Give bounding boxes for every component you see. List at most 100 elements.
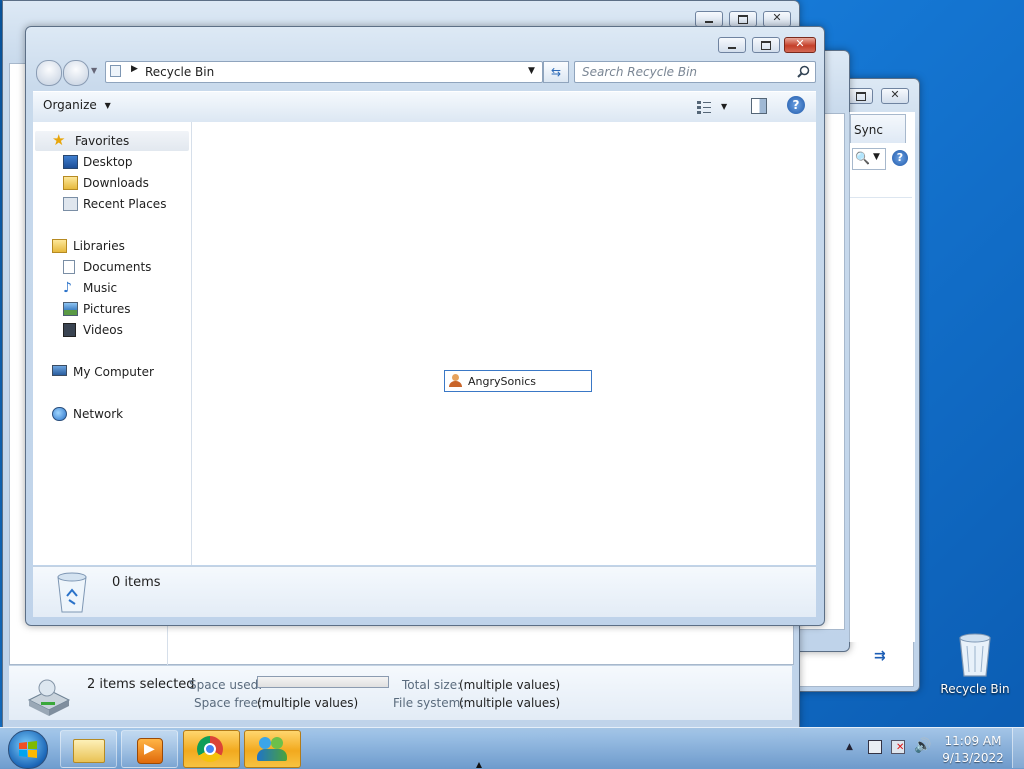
back-window-close-button[interactable] — [763, 11, 791, 27]
side-window-close-button[interactable] — [881, 88, 909, 104]
folder-icon — [73, 739, 105, 763]
file-system-label: File system: — [393, 696, 465, 710]
drag-item-label: AngrySonics — [468, 375, 537, 388]
back-window-details-pane: 2 items selected Space used: Space free:… — [9, 665, 792, 720]
close-button[interactable] — [784, 37, 816, 53]
recycle-bin-small-icon — [110, 65, 121, 77]
space-free-label: Space free: — [194, 696, 263, 710]
taskbar-explorer-button[interactable] — [60, 730, 117, 768]
clock-date: 9/13/2022 — [942, 751, 1004, 765]
breadcrumb-location[interactable]: Recycle Bin — [145, 65, 214, 79]
network-status-icon[interactable]: ✕ — [891, 740, 905, 754]
nav-documents-label: Documents — [83, 260, 152, 274]
nav-favorites[interactable]: ★ Favorites — [35, 131, 189, 151]
recent-pages-chevron-icon[interactable]: ▼ — [91, 66, 97, 75]
back-button[interactable] — [36, 60, 62, 86]
network-error-icon: ✕ — [896, 742, 905, 753]
chevron-down-icon: ▼ — [721, 102, 728, 111]
file-system-value: (multiple values) — [459, 696, 561, 710]
refresh-button[interactable]: ⇆ — [543, 61, 569, 83]
music-icon: ♪ — [63, 280, 72, 296]
star-icon: ★ — [52, 131, 66, 149]
action-center-icon[interactable] — [868, 740, 882, 754]
messenger-icon-2 — [271, 737, 283, 749]
address-dropdown-icon[interactable]: ▼ — [528, 66, 535, 76]
back-window-minimize-button[interactable] — [695, 11, 723, 27]
selection-count: 2 items selected — [87, 677, 195, 692]
chevron-down-icon: ▼ — [104, 101, 111, 110]
view-options-button[interactable]: ▼ — [695, 98, 729, 116]
nav-network-label: Network — [73, 407, 124, 421]
chrome-center-icon — [204, 743, 216, 755]
network-icon — [52, 407, 67, 421]
chevron-down-icon: ▼ — [873, 152, 880, 162]
play-icon: ▶ — [144, 741, 155, 757]
details-pane: 0 items — [33, 566, 816, 617]
back-window-divider — [167, 621, 168, 665]
search-icon[interactable] — [797, 65, 810, 78]
nav-music-label: Music — [83, 281, 118, 295]
side-window-max-button[interactable] — [847, 88, 873, 104]
pictures-icon — [63, 302, 78, 316]
nav-desktop-label: Desktop — [83, 155, 133, 169]
hard-drive-icon — [27, 679, 71, 716]
show-desktop-button[interactable] — [1012, 728, 1024, 768]
total-size-value: (multiple values) — [459, 678, 561, 692]
clock[interactable]: 11:09 AM 9/13/2022 — [940, 733, 1006, 767]
address-bar[interactable]: ▶ Recycle Bin ▼ — [105, 61, 543, 83]
tray-show-hidden-icon[interactable]: ▲ — [846, 742, 853, 752]
command-bar: Organize ▼ ▼ ? — [33, 91, 816, 123]
search-placeholder: Search Recycle Bin — [582, 65, 698, 79]
organize-button[interactable]: Organize ▼ — [43, 98, 111, 116]
maximize-button[interactable] — [752, 37, 780, 53]
side-search-button[interactable]: 🔍 ▼ — [852, 148, 886, 170]
nav-my-computer-label: My Computer — [73, 365, 154, 379]
mouse-cursor-icon — [476, 762, 482, 768]
tab-sync-label: Sync — [854, 123, 883, 137]
clock-time: 11:09 AM — [944, 734, 1002, 748]
navigation-pane: ★ Favorites Desktop Downloads Recent Pla… — [33, 122, 192, 565]
recycle-bin-window[interactable]: ▼ ▶ Recycle Bin ▼ ⇆ Search Recycle Bin O… — [25, 26, 825, 626]
help-icon[interactable]: ? — [787, 96, 805, 114]
start-button[interactable] — [8, 730, 48, 769]
preview-pane-button[interactable] — [751, 98, 767, 114]
windows-logo-icon — [19, 741, 37, 758]
space-used-bar — [257, 676, 389, 688]
drag-item-angrysonics[interactable]: AngrySonics — [444, 370, 592, 392]
desktop-icon-label: Recycle Bin — [940, 682, 1010, 696]
taskbar-messenger-button[interactable] — [244, 730, 301, 768]
nav-recent-places-label: Recent Places — [83, 197, 167, 211]
breadcrumb-arrow-icon[interactable]: ▶ — [131, 64, 138, 74]
space-free-value: (multiple values) — [257, 696, 359, 710]
help-icon[interactable]: ? — [892, 150, 908, 166]
search-input[interactable]: Search Recycle Bin — [574, 61, 816, 83]
libraries-icon — [52, 239, 67, 253]
messenger-icon — [259, 737, 271, 749]
recycle-bin-icon — [57, 572, 87, 613]
sync-tab-area: Sync 🔍 ▼ ? — [849, 112, 915, 642]
total-size-label: Total size: — [402, 678, 462, 692]
user-icon — [449, 374, 462, 387]
videos-icon — [63, 323, 76, 337]
taskbar-media-player-button[interactable]: ▶ — [121, 730, 178, 768]
tab-sync[interactable]: Sync — [850, 114, 906, 143]
computer-icon — [52, 365, 67, 376]
nav-videos-label: Videos — [83, 323, 123, 337]
organize-label: Organize — [43, 98, 97, 112]
volume-icon[interactable]: 🔊 — [914, 738, 931, 754]
minimize-button[interactable] — [718, 37, 746, 53]
back-window-max-button[interactable] — [729, 11, 757, 27]
nav-pictures-label: Pictures — [83, 302, 131, 316]
content-pane[interactable]: AngrySonics — [192, 122, 816, 565]
desktop-recycle-bin[interactable]: Recycle Bin — [940, 628, 1010, 700]
item-count: 0 items — [112, 575, 161, 590]
side-scroll-strip — [850, 197, 912, 628]
side-nav-arrows-icon[interactable]: ⇉ — [874, 648, 892, 664]
desktop-icon — [63, 155, 78, 169]
nav-favorites-label: Favorites — [75, 134, 130, 148]
forward-button[interactable] — [63, 60, 89, 86]
search-icon: 🔍 — [855, 151, 870, 165]
nav-downloads-label: Downloads — [83, 176, 149, 190]
taskbar-chrome-button[interactable] — [183, 730, 240, 768]
nav-libraries-label: Libraries — [73, 239, 125, 253]
